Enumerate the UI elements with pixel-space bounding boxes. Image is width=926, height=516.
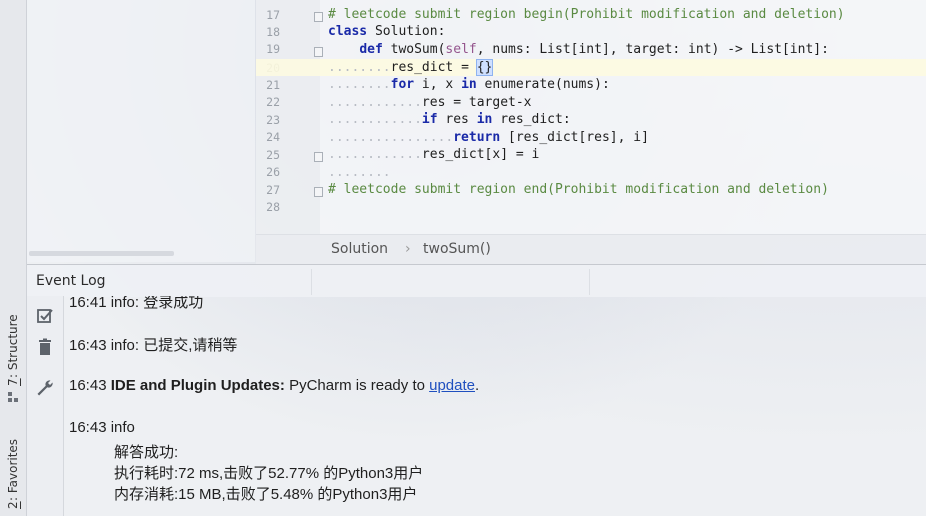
whitespace-dots: ................ — [328, 130, 454, 145]
code-text: [res_dict[res], i] — [500, 130, 649, 145]
code-text: twoSum( — [382, 42, 446, 57]
breadcrumb-separator: › — [405, 241, 411, 257]
code-text: res_dict = — [390, 60, 477, 75]
line-number: 19 — [266, 42, 280, 56]
left-tool-strip: 7: Structure 2: Favorites — [0, 0, 27, 516]
line-number: 18 — [266, 25, 280, 39]
code-line-20: ........res_dict = {} — [328, 59, 494, 76]
log-bold-title: IDE and Plugin Updates: — [106, 377, 285, 394]
log-text: PyCharm is ready to — [284, 377, 430, 394]
keyword: class — [328, 24, 368, 39]
code-line-21: ........for i, x in enumerate(nums): — [328, 76, 610, 93]
code-line-19: def twoSum(self, nums: List[int], target… — [328, 41, 829, 58]
code-line-22: ............res = target-x — [328, 94, 532, 111]
whitespace-dots: ........ — [328, 77, 391, 92]
structure-tab[interactable]: 7: Structure — [3, 312, 23, 388]
line-number: 25 — [266, 148, 280, 162]
line-number: 24 — [266, 130, 280, 144]
keyword: in — [461, 77, 477, 92]
line-number: 22 — [266, 95, 280, 109]
self-param: self — [445, 42, 477, 57]
structure-tab-label: : Structure — [6, 314, 20, 379]
log-entry: 16:43 IDE and Plugin Updates: PyCharm is… — [69, 377, 479, 394]
line-number-gutter: 17 18 19 20 21 22 23 24 25 26 27 28 — [256, 0, 320, 234]
code-line-26: ........ — [328, 164, 391, 181]
favorites-tab-label: : Favorites — [6, 439, 20, 502]
code-text: res_dict[x] = i — [421, 147, 540, 162]
keyword: if — [421, 112, 438, 127]
trash-icon[interactable] — [35, 337, 55, 357]
divider — [311, 269, 312, 295]
structure-tab-key: 7 — [6, 378, 20, 386]
log-time: 16:41 — [69, 296, 107, 311]
keyword: for — [390, 77, 415, 92]
whitespace-dots: ............ — [328, 147, 422, 162]
line-number: 17 — [266, 8, 280, 22]
fold-marker-icon[interactable] — [314, 12, 323, 22]
fold-marker-icon[interactable] — [314, 187, 323, 197]
log-time: 16:43 — [69, 377, 107, 394]
favorites-tab-key: 2 — [6, 501, 20, 509]
comment: # leetcode submit region begin(Prohibit … — [328, 7, 845, 22]
event-log-title: Event Log — [36, 273, 106, 289]
event-log-content: 16:41 info: 登录成功 16:43 info: 已提交,请稍等 16:… — [64, 296, 926, 516]
log-detail-line: 内存消耗:15 MB,击败了5.48% 的Python3用户 — [114, 486, 418, 503]
structure-icon[interactable] — [8, 392, 19, 403]
keyword: def — [359, 42, 383, 57]
keyword: in — [476, 112, 493, 127]
line-number: 26 — [266, 165, 280, 179]
event-log-header: Event Log — [27, 264, 926, 297]
whitespace-dots: ........ — [328, 165, 391, 180]
code-line-17: # leetcode submit region begin(Prohibit … — [328, 6, 845, 23]
line-number: 27 — [266, 183, 280, 197]
log-detail-line: 执行耗时:72 ms,击败了52.77% 的Python3用户 — [114, 465, 424, 482]
log-text: . — [475, 377, 480, 394]
fold-marker-icon[interactable] — [314, 47, 323, 57]
log-time: 16:43 — [69, 337, 107, 354]
wrench-icon[interactable] — [35, 378, 55, 398]
breadcrumb: Solution › twoSum() — [256, 234, 926, 264]
code-text: i, x — [414, 77, 462, 92]
check-box-icon[interactable] — [35, 306, 55, 326]
line-number: 21 — [266, 78, 280, 92]
log-entry: 16:41 info: 登录成功 — [69, 296, 203, 312]
code-text: , nums: List[int], target: int) -> List[… — [476, 42, 829, 57]
code-text: Solution: — [367, 24, 446, 39]
code-line-27: # leetcode submit region end(Prohibit mo… — [328, 181, 829, 198]
code-text: res = target-x — [421, 95, 532, 110]
code-text: enumerate(nums): — [476, 77, 610, 92]
selected-text: {} — [475, 59, 494, 76]
breadcrumb-method[interactable]: twoSum() — [423, 241, 491, 257]
line-number: 28 — [266, 200, 280, 214]
log-detail-line: 解答成功: — [114, 444, 179, 461]
project-horizontal-scrollbar[interactable] — [29, 251, 174, 256]
whitespace-dots: ............ — [328, 95, 422, 110]
event-log-toolbar — [27, 296, 64, 516]
log-entry: 16:43 info: 已提交,请稍等 — [69, 334, 237, 355]
code-line-25: ............res_dict[x] = i — [328, 146, 539, 163]
breadcrumb-class[interactable]: Solution — [331, 241, 388, 257]
log-entry: 16:43 info — [69, 419, 135, 436]
log-text: info: 已提交,请稍等 — [106, 337, 238, 354]
project-pane — [27, 0, 255, 262]
keyword: return — [453, 130, 501, 145]
code-text: res_dict: — [492, 112, 571, 127]
log-text: info — [106, 419, 135, 436]
log-time: 16:43 — [69, 419, 107, 436]
code-line-18: class Solution: — [328, 23, 445, 40]
comment: # leetcode submit region end(Prohibit mo… — [328, 182, 829, 197]
whitespace-dots: ........ — [328, 60, 391, 75]
update-link[interactable]: update — [429, 377, 475, 394]
line-number: 23 — [266, 113, 280, 127]
code-text: res — [437, 112, 477, 127]
whitespace-dots: ............ — [328, 112, 422, 127]
favorites-tab[interactable]: 2: Favorites — [3, 436, 23, 512]
code-line-23: ............if res in res_dict: — [328, 111, 571, 128]
code-line-24: ................return [res_dict[res], i… — [328, 129, 649, 146]
fold-marker-icon[interactable] — [314, 152, 323, 162]
divider — [589, 269, 590, 295]
log-text: info: 登录成功 — [106, 296, 204, 311]
